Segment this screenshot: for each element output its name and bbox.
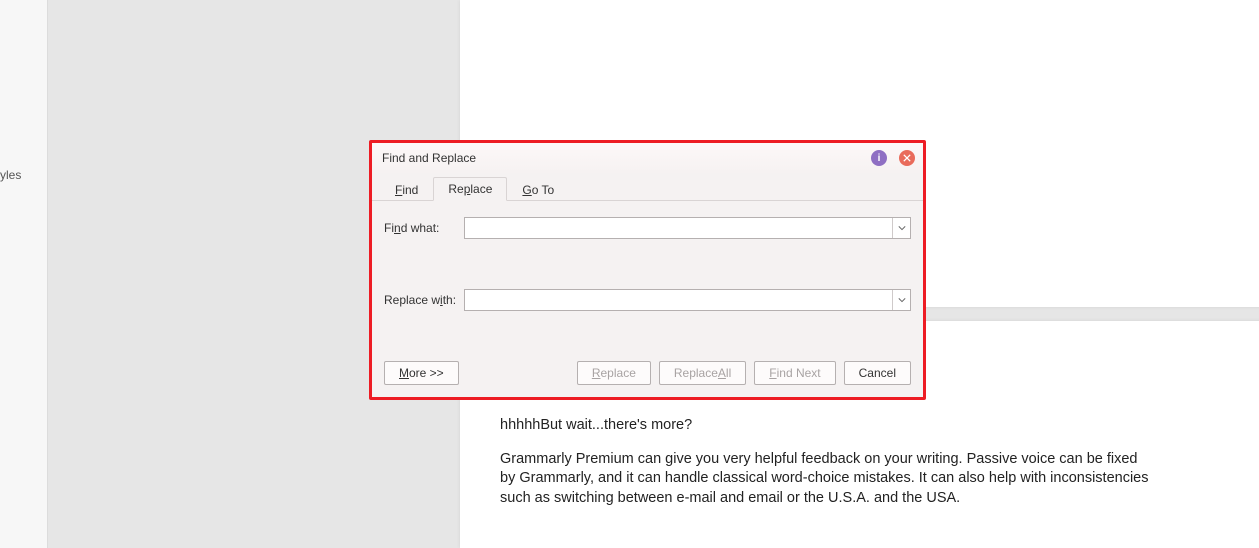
replace-with-input[interactable] [464, 289, 911, 311]
doc-line-1[interactable]: hhhhhBut wait...there's more? [500, 416, 1150, 436]
replace-with-field[interactable] [465, 290, 892, 310]
fields-area: Find what: Replace with: [372, 201, 923, 311]
replace-with-label: Replace with: [384, 293, 464, 307]
find-what-field[interactable] [465, 218, 892, 238]
chevron-down-icon[interactable] [892, 290, 910, 310]
cancel-button[interactable]: Cancel [844, 361, 911, 385]
find-what-label: Find what: [384, 221, 464, 235]
find-what-row: Find what: [384, 217, 911, 239]
button-row: More >> Replace Replace All Find Next Ca… [384, 361, 911, 385]
replace-with-row: Replace with: [384, 289, 911, 311]
tab-goto[interactable]: Go To [507, 178, 569, 201]
styles-pane: yles [0, 0, 48, 548]
more-button[interactable]: More >> [384, 361, 459, 385]
replace-button[interactable]: Replace [577, 361, 651, 385]
find-what-input[interactable] [464, 217, 911, 239]
close-icon[interactable] [899, 150, 915, 166]
info-icon[interactable]: i [871, 150, 887, 166]
document-body-text[interactable]: hhhhhBut wait...there's more? Grammarly … [500, 416, 1150, 522]
doc-paragraph[interactable]: Grammarly Premium can give you very help… [500, 450, 1150, 509]
styles-label: yles [0, 168, 21, 182]
find-replace-dialog: Find and Replace i Find Replace Go To Fi… [369, 140, 926, 400]
find-next-button[interactable]: Find Next [754, 361, 835, 385]
tab-replace[interactable]: Replace [433, 177, 507, 201]
dialog-body: Find Replace Go To Find what: Replace wi… [372, 173, 923, 397]
tab-strip: Find Replace Go To [372, 173, 923, 201]
dialog-titlebar[interactable]: Find and Replace i [372, 143, 923, 173]
tab-find[interactable]: Find [380, 178, 433, 201]
dialog-title: Find and Replace [382, 151, 871, 165]
replace-all-button[interactable]: Replace All [659, 361, 746, 385]
chevron-down-icon[interactable] [892, 218, 910, 238]
